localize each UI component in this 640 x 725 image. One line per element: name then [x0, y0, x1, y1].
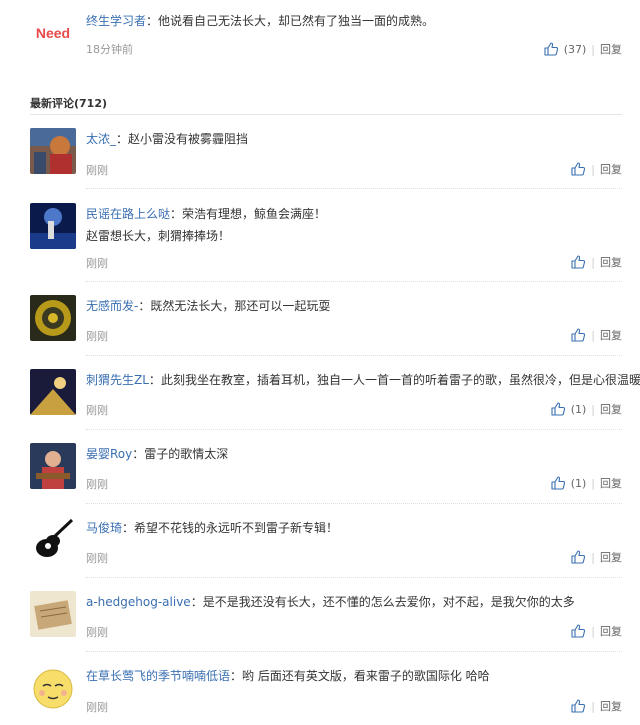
- comment-time: 刚刚: [86, 626, 108, 639]
- comment-text: 终生学习者：他说看自己无法长大，却已然有了独当一面的成熟。: [86, 14, 435, 28]
- comment-username[interactable]: 晏婴Roy: [86, 447, 132, 461]
- like-count: (37): [563, 42, 587, 56]
- comment-divider: [86, 188, 622, 189]
- comment-content: 是不是我还没有长大，还不懂的怎么去爱你，对不起，是我欠你的太多: [202, 595, 575, 609]
- comment-actions: | 回复: [571, 698, 622, 714]
- thumbs-up-icon[interactable]: [551, 402, 566, 416]
- comment-content: 哟 后面还有英文版，看来雷子的歌国际化 哈哈: [242, 669, 490, 683]
- comment-text: 晏婴Roy：雷子的歌情太深: [86, 447, 229, 461]
- comment-time: 刚刚: [86, 404, 108, 417]
- avatar[interactable]: [30, 295, 76, 341]
- separator: |: [591, 476, 595, 490]
- thumbs-up-icon[interactable]: [551, 476, 566, 490]
- comment-actions: (1) | 回复: [551, 475, 622, 491]
- reply-button[interactable]: 回复: [600, 254, 622, 270]
- avatar[interactable]: [30, 591, 76, 637]
- separator: |: [591, 42, 595, 56]
- comment-content: 他说看自己无法长大，却已然有了独当一面的成熟。: [158, 14, 435, 28]
- comment-content: 荣浩有理想，鲸鱼会满座！: [182, 207, 327, 221]
- comment-content: 雷子的歌情太深: [144, 447, 229, 461]
- comment-actions: | 回复: [571, 161, 622, 177]
- reply-button[interactable]: 回复: [600, 475, 622, 491]
- comment-divider: [86, 355, 622, 356]
- separator: |: [591, 162, 595, 176]
- comment-content: 赵小雷没有被雾霾阻挡: [128, 132, 249, 146]
- comment-username[interactable]: 太浓_: [86, 132, 116, 146]
- comment-username[interactable]: 民谣在路上么哒: [86, 207, 170, 221]
- reply-button[interactable]: 回复: [600, 549, 622, 565]
- thumbs-up-icon[interactable]: [571, 699, 586, 713]
- section-divider: [30, 114, 622, 115]
- comment-actions: | 回复: [571, 623, 622, 639]
- separator: |: [591, 255, 595, 269]
- thumbs-up-icon[interactable]: [571, 162, 586, 176]
- top-comment: Need 终生学习者：他说看自己无法长大，却已然有了独当一面的成熟。 18分钟前…: [0, 0, 640, 78]
- comment-divider: [86, 503, 622, 504]
- comment-username[interactable]: 无感而发-: [86, 299, 138, 313]
- comment-time: 刚刚: [86, 478, 108, 491]
- avatar[interactable]: [30, 369, 76, 415]
- separator: |: [591, 624, 595, 638]
- comment-divider: [86, 577, 622, 578]
- comment-actions: (1) | 回复: [551, 401, 622, 417]
- separator: |: [591, 328, 595, 342]
- thumbs-up-icon[interactable]: [571, 550, 586, 564]
- comment-actions: (37) | 回复: [544, 41, 622, 57]
- comment-text: 无感而发-：既然无法长大，那还可以一起玩耍: [86, 299, 331, 313]
- reply-button[interactable]: 回复: [600, 161, 622, 177]
- thumbs-up-icon[interactable]: [571, 328, 586, 342]
- comment-time: 刚刚: [86, 701, 108, 714]
- comment-actions: | 回复: [571, 549, 622, 565]
- separator: |: [591, 699, 595, 713]
- comment-text: 太浓_：赵小雷没有被雾霾阻挡: [86, 132, 249, 146]
- comment-username[interactable]: 刺猬先生ZL: [86, 373, 149, 387]
- separator: |: [591, 402, 595, 416]
- comment-text: a-hedgehog-alive：是不是我还没有长大，还不懂的怎么去爱你，对不起…: [86, 595, 575, 609]
- comment-username[interactable]: 终生学习者: [86, 14, 146, 28]
- comment-text: 马俊琦：希望不花钱的永远听不到雷子新专辑！: [86, 521, 339, 535]
- comment-content: 既然无法长大，那还可以一起玩耍: [150, 299, 331, 313]
- reply-button[interactable]: 回复: [600, 698, 622, 714]
- comment-content-line: 赵雷想长大，刺猬捧捧场！: [86, 229, 231, 243]
- comment-time: 刚刚: [86, 257, 108, 270]
- section-title: 最新评论(712): [30, 97, 108, 110]
- comment-actions: | 回复: [571, 327, 622, 343]
- comment-username[interactable]: 马俊琦: [86, 521, 122, 535]
- comment-text: 在草长莺飞的季节喃喃低语：哟 后面还有英文版，看来雷子的歌国际化 哈哈: [86, 669, 490, 683]
- avatar[interactable]: [30, 443, 76, 489]
- comment-divider: [86, 281, 622, 282]
- comment-content: 希望不花钱的永远听不到雷子新专辑！: [134, 521, 339, 535]
- comment-time: 刚刚: [86, 330, 108, 343]
- comment-actions: | 回复: [571, 254, 622, 270]
- reply-button[interactable]: 回复: [600, 401, 622, 417]
- reply-button[interactable]: 回复: [600, 327, 622, 343]
- comment-text: 民谣在路上么哒：荣浩有理想，鲸鱼会满座！ 赵雷想长大，刺猬捧捧场！: [86, 203, 326, 247]
- need-logo: Need: [35, 25, 71, 41]
- avatar[interactable]: [30, 128, 76, 174]
- comment-time: 刚刚: [86, 164, 108, 177]
- like-count: (1): [570, 402, 587, 416]
- comment-username[interactable]: 在草长莺飞的季节喃喃低语: [86, 669, 230, 683]
- comment-time: 刚刚: [86, 552, 108, 565]
- reply-button[interactable]: 回复: [600, 41, 622, 57]
- separator: |: [591, 550, 595, 564]
- comment-divider: [86, 429, 622, 430]
- avatar[interactable]: [30, 665, 76, 711]
- thumbs-up-icon[interactable]: [571, 255, 586, 269]
- comment-time: 18分钟前: [86, 43, 133, 56]
- comment-text: 刺猬先生ZL：此刻我坐在教室，插着耳机，独自一人一首一首的听着雷子的歌，虽然很冷…: [86, 373, 640, 387]
- comment-divider: [86, 651, 622, 652]
- comment-username[interactable]: a-hedgehog-alive: [86, 595, 191, 609]
- avatar[interactable]: [30, 517, 76, 563]
- thumbs-up-icon[interactable]: [571, 624, 586, 638]
- like-count: (1): [570, 476, 587, 490]
- avatar[interactable]: [30, 203, 76, 249]
- comment-content: 此刻我坐在教室，插着耳机，独自一人一首一首的听着雷子的歌，虽然很冷，但是心很温暖: [160, 373, 640, 387]
- avatar[interactable]: Need: [30, 10, 76, 56]
- thumbs-up-icon[interactable]: [544, 42, 559, 56]
- reply-button[interactable]: 回复: [600, 623, 622, 639]
